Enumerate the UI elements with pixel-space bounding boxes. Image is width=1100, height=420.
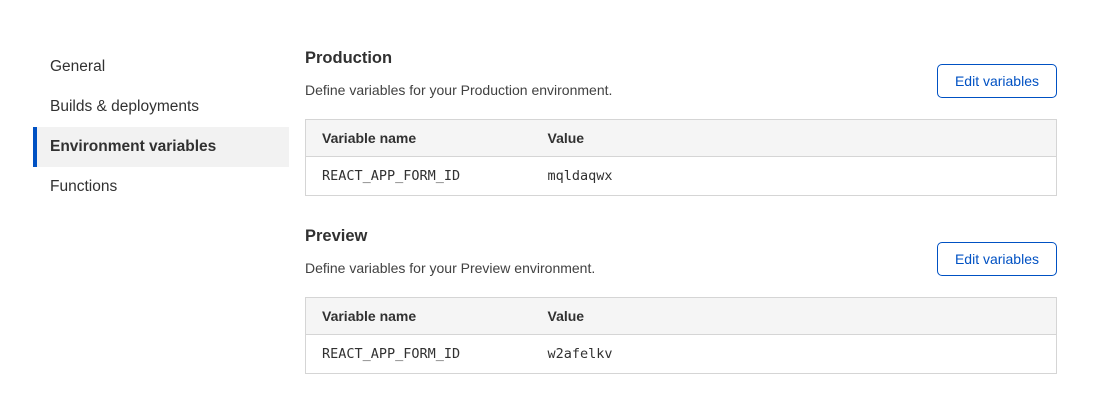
environment-variables-content: Production Define variables for your Pro… (305, 48, 1057, 374)
preview-section: Preview Define variables for your Previe… (305, 226, 1057, 374)
column-header-value: Value (532, 298, 1057, 335)
table-header-row: Variable name Value (306, 298, 1057, 335)
sidebar-item-label: Environment variables (50, 138, 216, 156)
variable-value-cell: mqldaqwx (532, 157, 1057, 196)
variable-name-cell: REACT_APP_FORM_ID (306, 157, 532, 196)
edit-variables-button-preview[interactable]: Edit variables (937, 242, 1057, 276)
table-row: REACT_APP_FORM_ID w2afelkv (306, 335, 1057, 374)
variable-value-cell: w2afelkv (532, 335, 1057, 374)
table-header-row: Variable name Value (306, 120, 1057, 157)
variables-table-preview: Variable name Value REACT_APP_FORM_ID w2… (305, 297, 1057, 374)
production-section: Production Define variables for your Pro… (305, 48, 1057, 196)
variables-table-production: Variable name Value REACT_APP_FORM_ID mq… (305, 119, 1057, 196)
sidebar-item-general[interactable]: General (33, 47, 289, 87)
table-body: REACT_APP_FORM_ID w2afelkv (306, 335, 1057, 374)
sidebar-item-builds-deployments[interactable]: Builds & deployments (33, 87, 289, 127)
sidebar-item-environment-variables[interactable]: Environment variables (33, 127, 289, 167)
sidebar-item-label: General (50, 58, 105, 76)
column-header-value: Value (532, 120, 1057, 157)
table-header: Variable name Value (306, 298, 1057, 335)
sidebar-item-functions[interactable]: Functions (33, 167, 289, 207)
settings-sidebar: General Builds & deployments Environment… (33, 47, 289, 207)
variable-name-cell: REACT_APP_FORM_ID (306, 335, 532, 374)
sidebar-item-label: Functions (50, 178, 117, 196)
sidebar-item-label: Builds & deployments (50, 98, 199, 116)
table-header: Variable name Value (306, 120, 1057, 157)
table-body: REACT_APP_FORM_ID mqldaqwx (306, 157, 1057, 196)
column-header-variable-name: Variable name (306, 298, 532, 335)
column-header-variable-name: Variable name (306, 120, 532, 157)
edit-variables-button-production[interactable]: Edit variables (937, 64, 1057, 98)
settings-page: General Builds & deployments Environment… (0, 0, 1100, 420)
table-row: REACT_APP_FORM_ID mqldaqwx (306, 157, 1057, 196)
